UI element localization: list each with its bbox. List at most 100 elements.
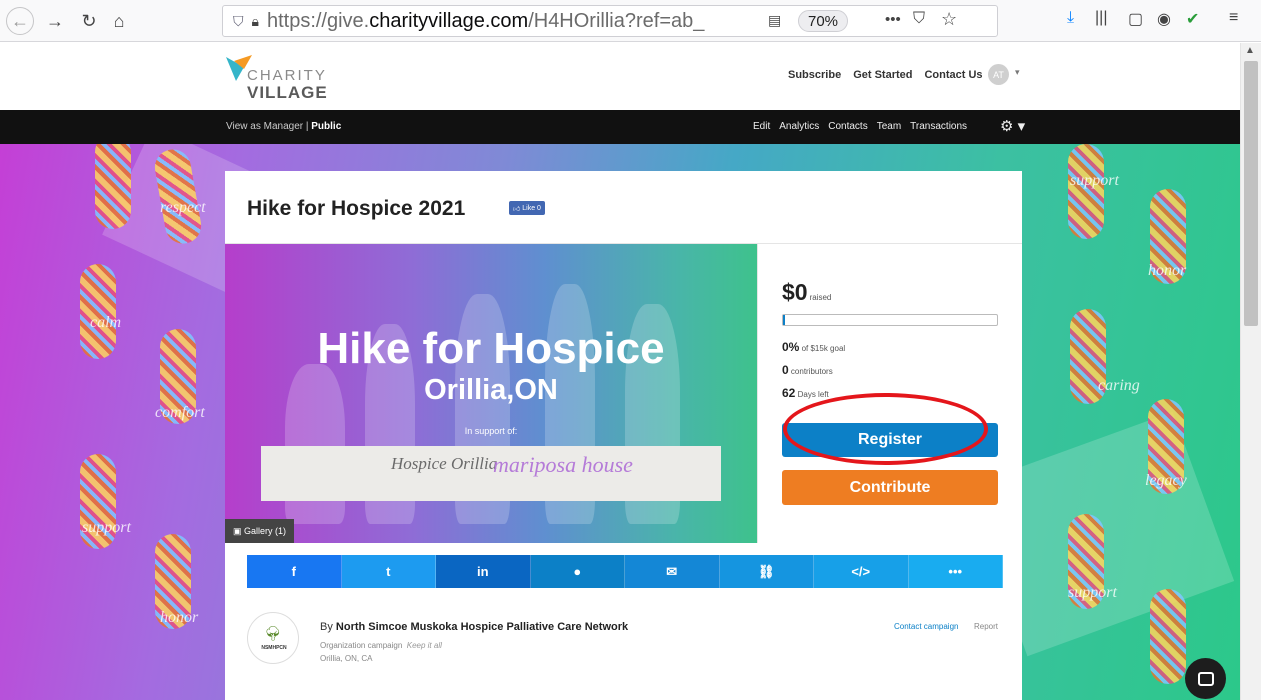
logo-village-text: VILLAGE — [247, 83, 328, 102]
percent-value: 0% — [782, 340, 800, 354]
contribute-button[interactable]: Contribute — [782, 470, 998, 505]
team-link[interactable]: Team — [877, 121, 901, 132]
avatar[interactable]: AT — [988, 64, 1009, 85]
percent-stat: 0% of $15k goal — [782, 340, 1002, 354]
account-icon[interactable]: ◉ — [1157, 9, 1171, 29]
banner-location: Orillia,ON — [424, 374, 558, 406]
gear-icon[interactable]: ⚙ ▾ — [1000, 117, 1025, 135]
campaign-type-label: Organization campaign — [320, 641, 403, 650]
contact-us-link[interactable]: Contact Us — [924, 69, 982, 81]
decor-word: honor — [160, 609, 199, 626]
transactions-link[interactable]: Transactions — [910, 121, 967, 132]
library-icon[interactable]: ||| — [1095, 9, 1107, 27]
scroll-up-icon[interactable]: ▲ — [1245, 45, 1255, 56]
view-as-manager[interactable]: Manager — [264, 121, 303, 132]
gallery-label: Gallery (1) — [244, 526, 287, 536]
share-button[interactable]: ••• — [908, 555, 1003, 588]
share-button[interactable]: ⛓ — [719, 555, 814, 588]
zoom-indicator[interactable]: 70% — [798, 10, 849, 32]
campaign-card: Hike for Hospice 2021 👍︎ Like 0 Hike for… — [225, 171, 1022, 700]
decor-word: legacy — [1145, 472, 1187, 489]
browser-toolbar: ← → ↻ ⌂ ⛉ 🔒︎ https://give.charityvillage… — [0, 0, 1261, 42]
charityvillage-logo[interactable]: CHARITY VILLAGE — [222, 51, 342, 103]
back-icon[interactable]: ← — [6, 7, 34, 35]
banner-support-text: In support of: — [464, 426, 518, 436]
more-icon[interactable]: ••• — [885, 11, 901, 28]
page-content: CHARITY VILLAGE Subscribe Get Started Co… — [0, 43, 1240, 700]
campaign-banner-image[interactable]: Hike for Hospice Orillia,ON In support o… — [225, 244, 757, 543]
logo-charity-text: CHARITY — [247, 67, 327, 84]
organizer-name[interactable]: North Simcoe Muskoka Hospice Palliative … — [336, 621, 628, 633]
chevron-down-icon[interactable]: ▾ — [1015, 67, 1020, 78]
decor-word: support — [1070, 172, 1119, 189]
share-button[interactable]: </> — [814, 555, 909, 588]
download-icon[interactable]: ⤓ — [1067, 9, 1074, 27]
edit-link[interactable]: Edit — [753, 121, 770, 132]
decor-word: support — [1068, 584, 1117, 601]
contact-campaign-link[interactable]: Contact campaign — [894, 622, 958, 631]
divider — [757, 244, 758, 543]
organization-logo[interactable]: 🌳︎ NSMHPCN — [247, 612, 299, 664]
sidebar-icon[interactable]: ▢ — [1128, 9, 1143, 29]
manager-bar: View as Manager | Public Edit Analytics … — [0, 110, 1240, 144]
register-button[interactable]: Register — [782, 423, 998, 457]
address-bar[interactable]: ⛉ 🔒︎ https://give.charityvillage.com/H4H… — [222, 5, 998, 37]
more-share-icon: ••• — [948, 564, 963, 579]
get-started-link[interactable]: Get Started — [853, 69, 912, 81]
menu-icon[interactable]: ≡ — [1229, 9, 1238, 27]
thumbs-up-icon: 👍︎ — [513, 205, 523, 213]
share-button[interactable]: t — [341, 555, 436, 588]
contacts-link[interactable]: Contacts — [828, 121, 867, 132]
fundraising-stats: $0 raised 0% of $15k goal 0 contributors … — [782, 279, 1002, 400]
share-button[interactable]: ● — [530, 555, 625, 588]
linkedin-icon: in — [476, 564, 489, 579]
reload-icon[interactable]: ↻ — [74, 6, 104, 36]
subscribe-link[interactable]: Subscribe — [788, 69, 841, 81]
site-header: CHARITY VILLAGE Subscribe Get Started Co… — [0, 43, 1240, 110]
contributors-label: contributors — [790, 367, 833, 376]
lock-icon[interactable]: 🔒︎ — [252, 13, 259, 30]
page-title: Hike for Hospice 2021 — [247, 197, 466, 220]
star-icon[interactable]: ☆ — [941, 9, 957, 30]
forward-icon[interactable]: → — [40, 6, 70, 36]
by-label: By — [320, 621, 333, 633]
share-button[interactable]: ✉ — [625, 555, 720, 588]
days-value: 62 — [782, 386, 796, 400]
view-as-public[interactable]: Public — [311, 121, 341, 132]
share-bar: f t in ● ✉ ⛓ </> ••• — [247, 555, 1003, 588]
facebook-like-button[interactable]: 👍︎ Like 0 — [509, 201, 545, 215]
decor-word: respect — [160, 199, 206, 216]
shield-icon[interactable]: ⛉ — [233, 13, 244, 30]
footprint — [1068, 144, 1104, 239]
organization-location: Orillia, ON, CA — [320, 654, 373, 663]
view-as-separator: | — [305, 121, 309, 132]
chat-button[interactable] — [1185, 658, 1226, 699]
campaign-type: Organization campaign Keep it all — [320, 641, 442, 650]
twitter-icon: t — [386, 564, 391, 579]
analytics-link[interactable]: Analytics — [779, 121, 819, 132]
footprint — [80, 264, 116, 359]
manager-links: Edit Analytics Contacts Team Transaction… — [753, 121, 967, 132]
hospice-orillia-logo: Hospice Orillia — [391, 454, 498, 473]
gallery-button[interactable]: ▣ Gallery (1) — [225, 519, 295, 543]
decor-word: calm — [90, 314, 122, 331]
check-icon[interactable]: ✔ — [1186, 9, 1199, 29]
share-button[interactable]: in — [436, 555, 531, 588]
chat-icon — [1197, 671, 1214, 686]
pocket-icon[interactable]: ⛉ — [913, 10, 925, 28]
share-button[interactable]: f — [247, 555, 342, 588]
home-icon[interactable]: ⌂ — [104, 6, 134, 36]
scrollbar-thumb[interactable] — [1244, 61, 1258, 326]
keep-it-all-label: Keep it all — [406, 641, 442, 650]
days-label: Days left — [797, 390, 829, 399]
footprint — [95, 144, 131, 229]
scrollbar[interactable]: ▲ — [1240, 43, 1261, 700]
report-link[interactable]: Report — [974, 622, 998, 631]
decor-word: honor — [1148, 262, 1187, 279]
like-label: Like 0 — [522, 204, 541, 212]
reader-icon[interactable]: ▤ — [768, 12, 781, 29]
contributors-value: 0 — [782, 363, 789, 377]
header-nav: Subscribe Get Started Contact Us — [788, 69, 983, 81]
partner-logos: Hospice Orillia mariposa house — [261, 446, 721, 501]
url-text[interactable]: https://give.charityvillage.com/H4HOrill… — [267, 10, 767, 33]
